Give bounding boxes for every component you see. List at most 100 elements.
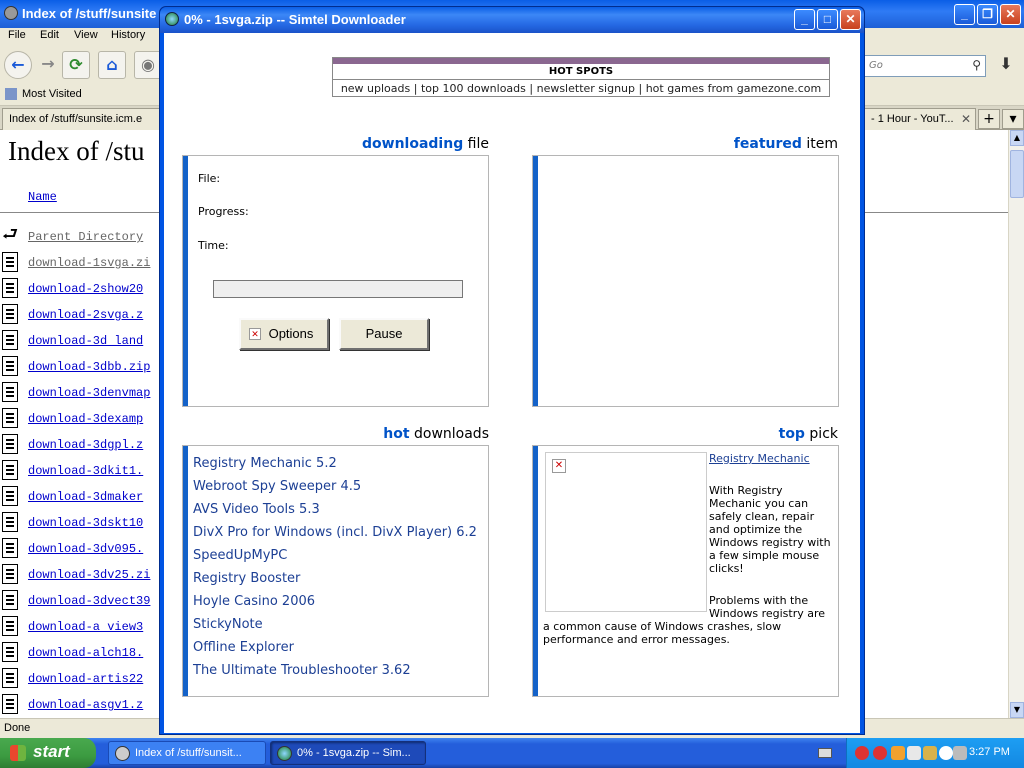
clock: 3:27 PM bbox=[969, 746, 1010, 758]
app-tray-icon[interactable] bbox=[907, 746, 921, 760]
top-pick-panel: ✕ Registry Mechanic With Registry Mechan… bbox=[532, 445, 839, 697]
file-link[interactable]: download-1svga.zi bbox=[28, 256, 150, 270]
heading-bold: hot bbox=[383, 426, 410, 442]
pause-button[interactable]: Pause bbox=[339, 318, 429, 350]
hot-download-link[interactable]: StickyNote bbox=[193, 617, 263, 632]
hot-download-link[interactable]: Hoyle Casino 2006 bbox=[193, 594, 315, 609]
parent-directory-link[interactable]: Parent Directory bbox=[28, 230, 143, 244]
panel-accent-bar bbox=[183, 156, 188, 406]
file-link[interactable]: download-3dmaker bbox=[28, 490, 143, 504]
file-link[interactable]: download-3d land bbox=[28, 334, 143, 348]
tab-close-icon[interactable]: ✕ bbox=[961, 112, 971, 126]
progress-bar bbox=[213, 280, 463, 298]
forward-arrow-icon[interactable]: → bbox=[34, 51, 62, 79]
security-icon[interactable] bbox=[891, 746, 905, 760]
taskbar-item-browser[interactable]: Index of /stuff/sunsit... bbox=[108, 741, 266, 765]
tab-list-icon[interactable]: ▾ bbox=[1002, 109, 1024, 129]
broken-image-icon: ✕ bbox=[552, 459, 566, 473]
menu-edit[interactable]: Edit bbox=[40, 29, 59, 41]
new-tab-icon[interactable]: + bbox=[978, 109, 1000, 129]
heading-bold: downloading bbox=[362, 136, 464, 152]
minimize-icon[interactable]: _ bbox=[794, 9, 815, 30]
home-icon[interactable]: ⌂ bbox=[98, 51, 126, 79]
hot-download-link[interactable]: The Ultimate Troubleshooter 3.62 bbox=[193, 663, 411, 678]
file-link[interactable]: download-3dgpl.z bbox=[28, 438, 143, 452]
tab-youtube[interactable]: - 1 Hour - YouT... ✕ bbox=[864, 108, 976, 130]
hot-download-link[interactable]: Registry Booster bbox=[193, 571, 300, 586]
search-input[interactable]: Go ⚲ bbox=[862, 55, 986, 77]
binary-file-icon bbox=[2, 668, 18, 688]
network-icon[interactable] bbox=[855, 746, 869, 760]
minimize-icon[interactable]: _ bbox=[954, 4, 975, 25]
link-newsletter-signup[interactable]: newsletter signup bbox=[537, 82, 635, 95]
download-arrow-icon[interactable]: ⬇ bbox=[994, 54, 1018, 78]
maximize-icon[interactable]: □ bbox=[817, 9, 838, 30]
file-link[interactable]: download-a view3 bbox=[28, 620, 143, 634]
file-link[interactable]: download-3dv25.zi bbox=[28, 568, 150, 582]
heading-rest: file bbox=[463, 136, 489, 152]
list-item: download-alch18. bbox=[0, 640, 170, 666]
top-pick-link[interactable]: Registry Mechanic bbox=[709, 452, 810, 465]
restore-icon[interactable]: ❐ bbox=[977, 4, 998, 25]
hot-download-link[interactable]: DivX Pro for Windows (incl. DivX Player)… bbox=[193, 525, 477, 540]
reload-icon[interactable]: ⟳ bbox=[62, 51, 90, 79]
parent-directory-icon: ⮐ bbox=[2, 224, 19, 245]
close-icon[interactable]: ✕ bbox=[1000, 4, 1021, 25]
top-pick-image[interactable]: ✕ bbox=[545, 452, 707, 612]
list-item: download-3dgpl.z bbox=[0, 432, 170, 458]
scroll-thumb[interactable] bbox=[1010, 150, 1024, 198]
start-button[interactable]: start bbox=[0, 738, 96, 768]
file-link[interactable]: download-artis22 bbox=[28, 672, 143, 686]
downloader-content: HOT SPOTS new uploads | top 100 download… bbox=[164, 33, 860, 733]
file-link[interactable]: download-2show20 bbox=[28, 282, 143, 296]
hot-download-link[interactable]: Offline Explorer bbox=[193, 640, 294, 655]
file-link[interactable]: download-2svga.z bbox=[28, 308, 143, 322]
taskbar-item-label: 0% - 1svga.zip -- Sim... bbox=[297, 747, 411, 759]
network-icon[interactable] bbox=[873, 746, 887, 760]
heading-rest: pick bbox=[804, 426, 838, 442]
page-scrollbar[interactable]: ▲ ▼ bbox=[1008, 130, 1024, 718]
scroll-up-icon[interactable]: ▲ bbox=[1010, 130, 1024, 146]
link-new-uploads[interactable]: new uploads bbox=[341, 82, 410, 95]
menu-file[interactable]: File bbox=[8, 29, 26, 41]
file-link[interactable]: download-3dv095. bbox=[28, 542, 143, 556]
hot-download-link[interactable]: AVS Video Tools 5.3 bbox=[193, 502, 320, 517]
options-button[interactable]: ✕ Options bbox=[239, 318, 329, 350]
file-link[interactable]: download-3dexamp bbox=[28, 412, 143, 426]
downloader-title-bar[interactable]: 0% - 1svga.zip -- Simtel Downloader _ □ … bbox=[160, 7, 864, 33]
top-pick-heading: top pick bbox=[779, 426, 838, 442]
hot-download-link[interactable]: Webroot Spy Sweeper 4.5 bbox=[193, 479, 361, 494]
link-top-100-downloads[interactable]: top 100 downloads bbox=[421, 82, 526, 95]
file-link[interactable]: download-3denvmap bbox=[28, 386, 150, 400]
binary-file-icon bbox=[2, 512, 18, 532]
search-text: Go bbox=[869, 60, 883, 71]
back-arrow-icon[interactable]: ← bbox=[4, 51, 32, 79]
taskbar-item-downloader[interactable]: 0% - 1svga.zip -- Sim... bbox=[270, 741, 426, 765]
site-identity-icon[interactable]: ◉ bbox=[134, 51, 162, 79]
list-item: ⮐ Parent Directory bbox=[0, 224, 170, 250]
close-icon[interactable]: ✕ bbox=[840, 9, 861, 30]
scroll-down-icon[interactable]: ▼ bbox=[1010, 702, 1024, 718]
binary-file-icon bbox=[2, 564, 18, 584]
menu-history[interactable]: History bbox=[111, 29, 145, 41]
tab-index[interactable]: Index of /stuff/sunsite.icm.e bbox=[2, 108, 160, 130]
search-icon[interactable]: ⚲ bbox=[972, 58, 981, 72]
file-link[interactable]: download-3dvect39 bbox=[28, 594, 150, 608]
file-link[interactable]: download-alch18. bbox=[28, 646, 143, 660]
bookmark-most-visited[interactable]: Most Visited bbox=[22, 88, 82, 100]
hot-download-link[interactable]: SpeedUpMyPC bbox=[193, 548, 287, 563]
file-link[interactable]: download-3dskt10 bbox=[28, 516, 143, 530]
hot-download-link[interactable]: Registry Mechanic 5.2 bbox=[193, 456, 337, 471]
column-name-link[interactable]: Name bbox=[28, 190, 57, 204]
file-link[interactable]: download-asgv1.z bbox=[28, 698, 143, 712]
menu-view[interactable]: View bbox=[74, 29, 98, 41]
app-tray-icon[interactable] bbox=[923, 746, 937, 760]
volume-icon[interactable] bbox=[953, 746, 967, 760]
keyboard-icon[interactable] bbox=[818, 748, 832, 758]
heading-rest: item bbox=[801, 136, 838, 152]
browser-title: Index of /stuff/sunsite bbox=[22, 6, 157, 21]
messenger-icon[interactable] bbox=[939, 746, 953, 760]
file-link[interactable]: download-3dbb.zip bbox=[28, 360, 150, 374]
link-hot-games[interactable]: hot games from gamezone.com bbox=[646, 82, 821, 95]
file-link[interactable]: download-3dkit1. bbox=[28, 464, 143, 478]
